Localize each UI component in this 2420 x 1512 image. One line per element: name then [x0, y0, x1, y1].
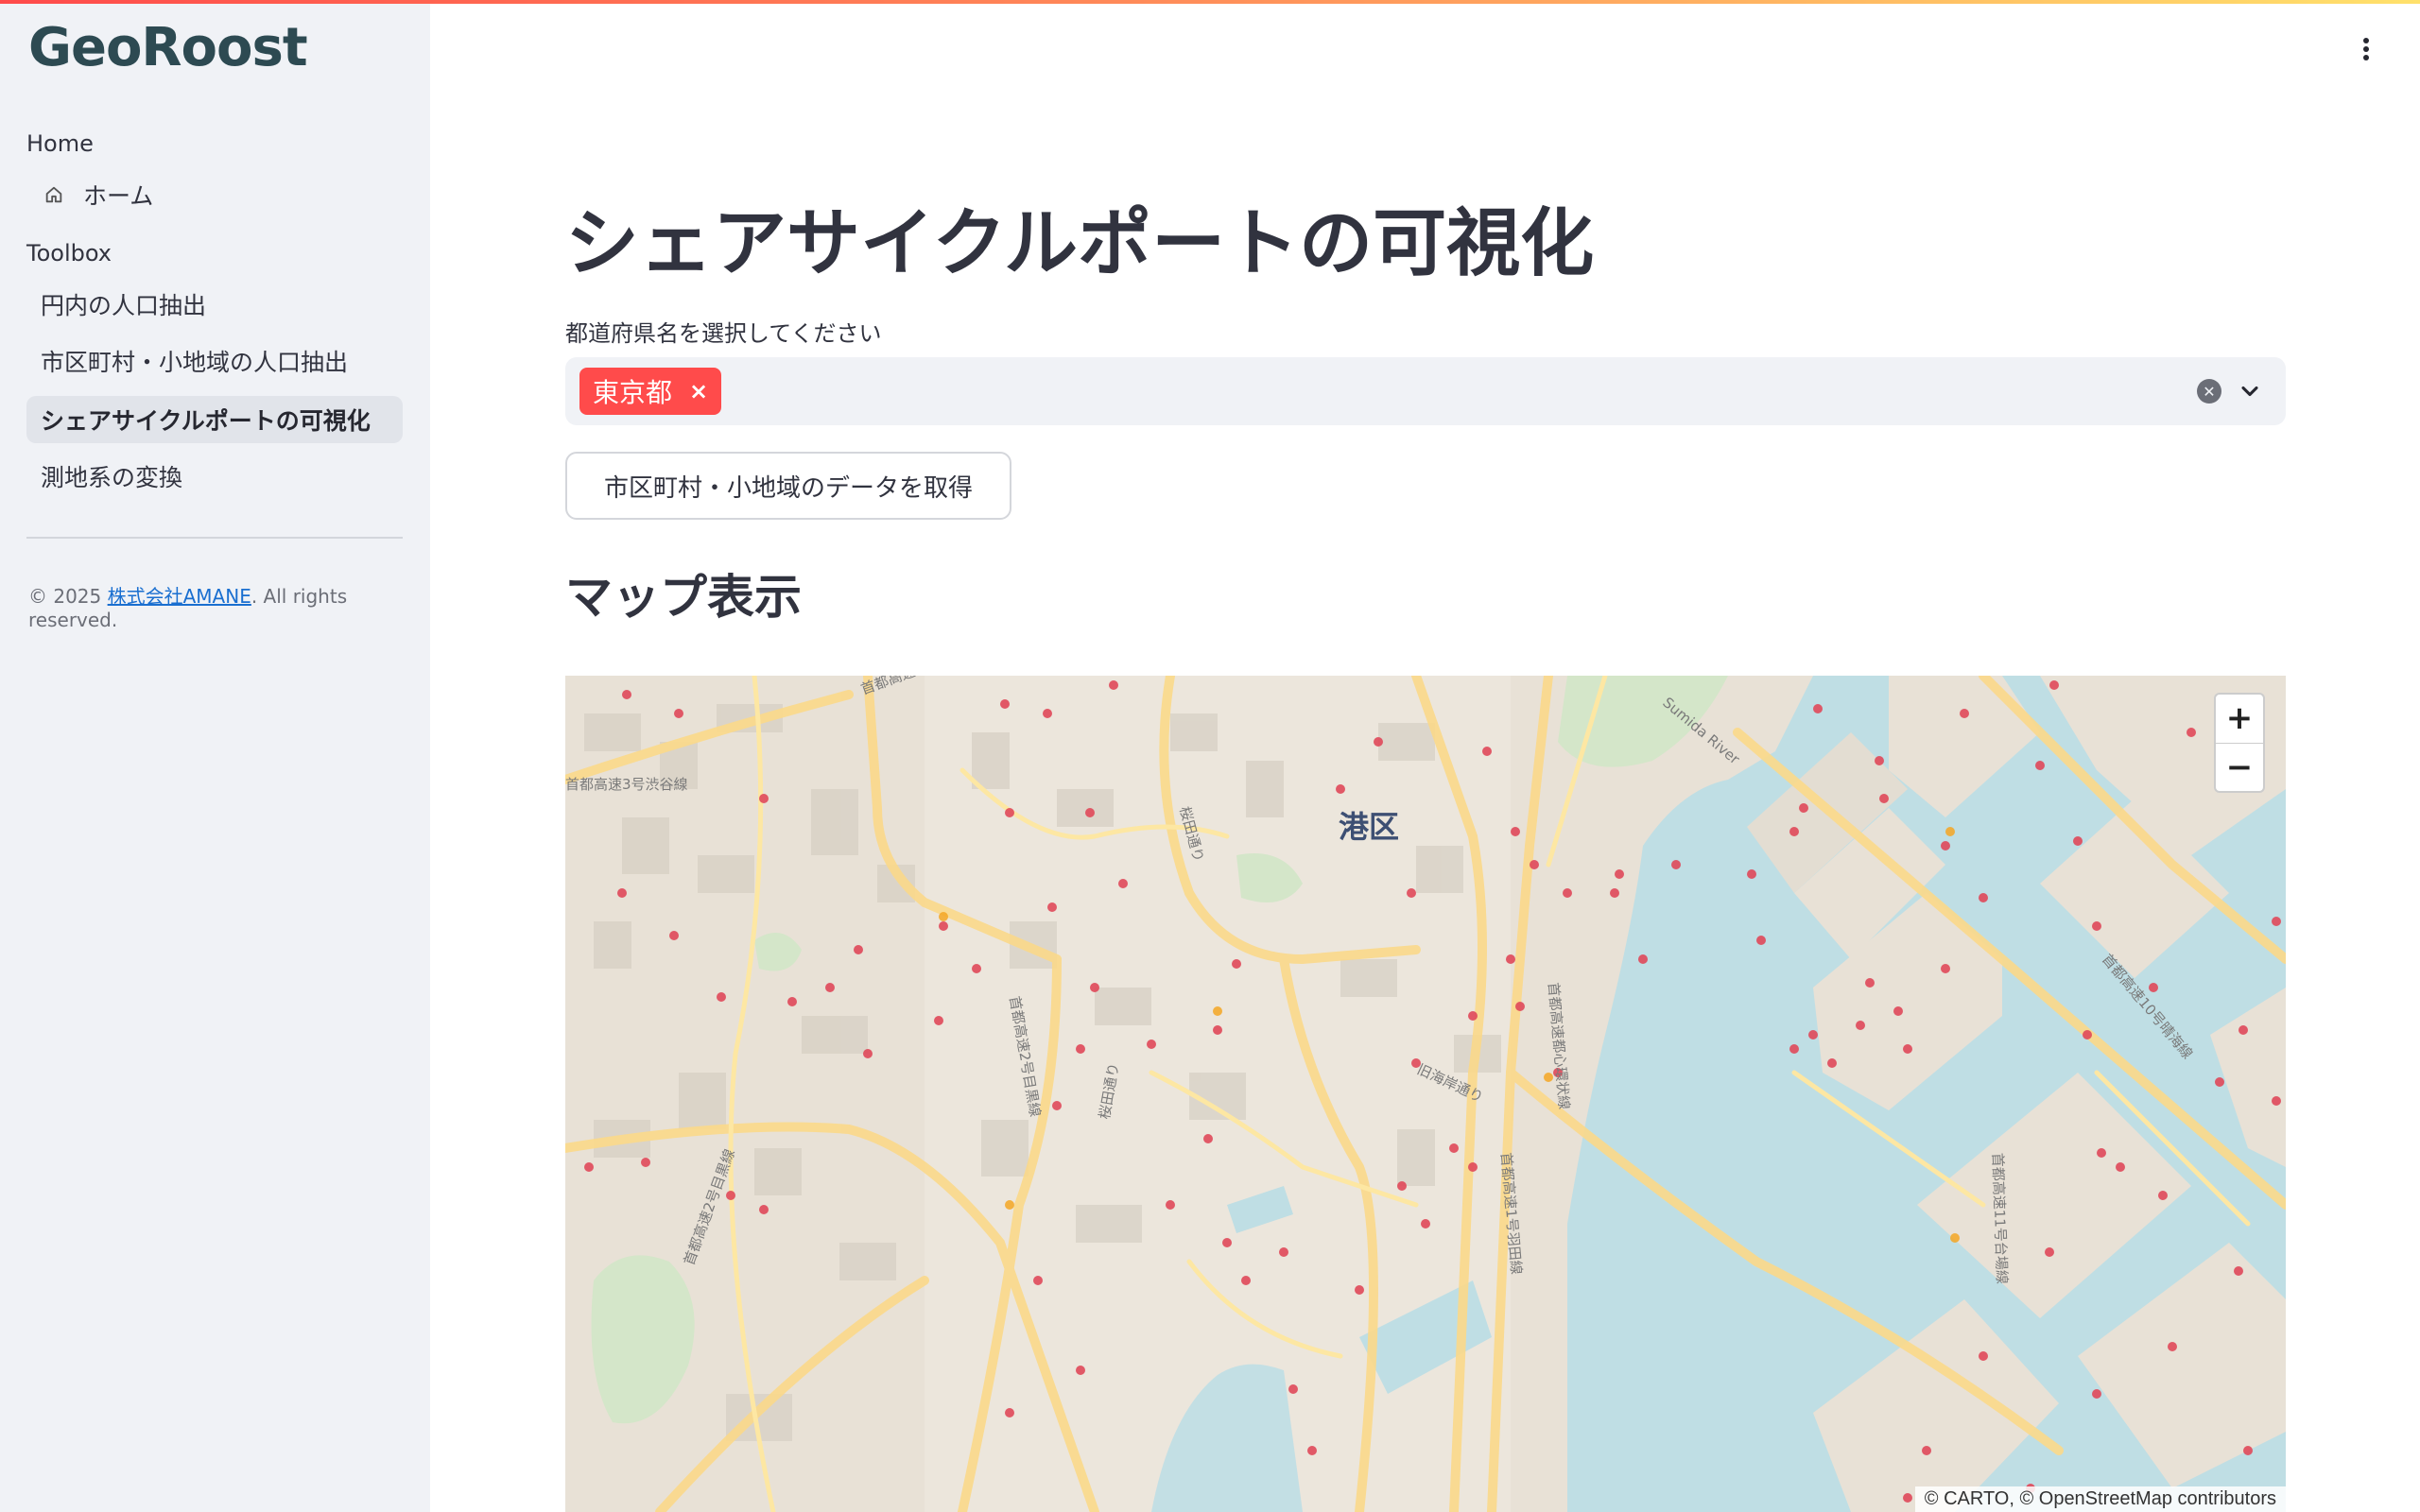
- menu-dot: [2363, 46, 2369, 52]
- sidebar: GeoRoost Home ホーム Toolbox 円内の人口抽出 市区町村・小…: [0, 0, 430, 1512]
- chip-remove-icon[interactable]: ×: [689, 378, 708, 404]
- selected-chip-tokyo: 東京都 ×: [579, 368, 722, 415]
- sidebar-item-municipal-population[interactable]: 市区町村・小地域の人口抽出: [26, 337, 403, 385]
- clear-selection-icon[interactable]: ✕: [2197, 379, 2221, 404]
- home-icon: [45, 186, 62, 203]
- company-link[interactable]: 株式会社AMANE: [108, 585, 251, 608]
- map-road-label: 首都高速3号渋谷線: [565, 776, 688, 793]
- sidebar-item-label: シェアサイクルポートの可視化: [41, 407, 371, 435]
- main-menu-button[interactable]: [2352, 32, 2380, 66]
- sidebar-item-share-cycle[interactable]: シェアサイクルポートの可視化: [26, 396, 403, 443]
- map-section-heading: マップ表示: [565, 570, 802, 625]
- prefecture-multiselect[interactable]: 東京都 × ✕: [565, 357, 2286, 425]
- map-zoom-control: + −: [2214, 693, 2265, 793]
- sidebar-item-home[interactable]: ホーム: [26, 171, 403, 218]
- chip-label: 東京都: [593, 377, 673, 408]
- chevron-down-icon[interactable]: [2237, 378, 2263, 404]
- nav-section-toolbox: Toolbox: [26, 240, 112, 266]
- sidebar-item-label: 測地系の変換: [41, 464, 183, 491]
- sidebar-item-label: ホーム: [83, 182, 154, 210]
- sidebar-footer: © 2025 株式会社AMANE. All rights reserved.: [28, 581, 430, 631]
- menu-dot: [2363, 38, 2369, 43]
- app-logo: GeoRoost: [28, 17, 308, 78]
- map-view[interactable]: 首都高速3号渋谷線 首都高速3号渋谷線 桜田通り 首都高速2号目黒線 桜田通り …: [565, 676, 2286, 1512]
- page-title: シェアサイクルポートの可視化: [565, 201, 1595, 286]
- map-tiles[interactable]: 首都高速3号渋谷線 首都高速3号渋谷線 桜田通り 首都高速2号目黒線 桜田通り …: [565, 676, 2286, 1512]
- sidebar-divider: [26, 537, 403, 539]
- map-attribution[interactable]: © CARTO, © OpenStreetMap contributors: [1914, 1486, 2286, 1512]
- footer-copyright: © 2025: [28, 585, 108, 608]
- map-area-label: 港区: [1339, 809, 1400, 845]
- prefecture-select-label: 都道府県名を選択してください: [565, 320, 882, 347]
- menu-dot: [2363, 55, 2369, 60]
- zoom-out-button[interactable]: −: [2216, 744, 2263, 792]
- sidebar-item-circle-population[interactable]: 円内の人口抽出: [26, 281, 403, 328]
- nav-section-home: Home: [26, 130, 94, 157]
- sidebar-item-label: 市区町村・小地域の人口抽出: [41, 349, 349, 376]
- sidebar-item-geodetic-conversion[interactable]: 測地系の変換: [26, 453, 403, 500]
- sidebar-item-label: 円内の人口抽出: [41, 292, 207, 319]
- fetch-data-button[interactable]: 市区町村・小地域のデータを取得: [565, 452, 1011, 520]
- top-accent-stripe: [0, 0, 2420, 4]
- zoom-in-button[interactable]: +: [2216, 695, 2263, 744]
